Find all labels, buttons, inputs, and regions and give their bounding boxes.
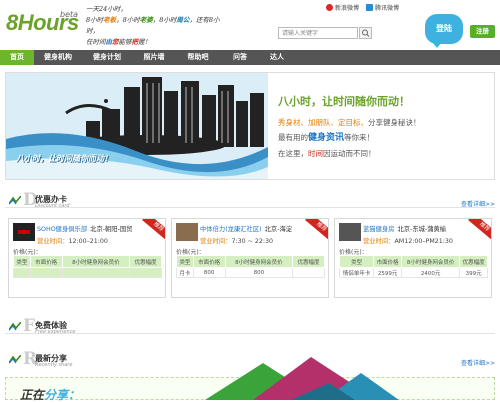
gym-name[interactable]: SOHO健身俱乐部 — [37, 226, 87, 233]
gym-thumbnail — [176, 223, 198, 241]
price-table: 类型 市面价格 8小时健身网会员价 优惠幅度 月卡 800 800 — [176, 255, 325, 278]
gym-card[interactable]: SOHO健身俱乐部 北京-朝阳-国贸 营业时间：12:00–21:00 推荐 价格… — [8, 218, 166, 298]
share-box-title: 正在分享： — [20, 388, 81, 402]
gym-thumbnail — [13, 223, 35, 241]
section-subtitle: Discount card — [35, 203, 70, 209]
recommend-ribbon: 推荐 — [305, 219, 328, 242]
banner-line-1: 秀身材、加朋队、定目标、分享健身秘诀！ — [278, 118, 421, 127]
qq-weibo-icon — [366, 4, 373, 11]
gym-name-row: 中体倍力(龙康汇社区) 北京-海淀 — [200, 224, 292, 233]
table-row: 情侣单年卡 2599元 2400元 399元 — [338, 267, 488, 278]
banner-line-3: 在这里，时间因运动而不同！ — [278, 149, 376, 158]
banner-title: 八小时，让时间随你而动！ — [278, 95, 410, 108]
search-input[interactable]: 请输入关键字 — [278, 27, 358, 39]
gym-hours: 营业时间：AM12:00–PM21:30 — [363, 238, 453, 245]
beta-badge: beta — [60, 10, 79, 19]
gym-name-row: SOHO健身俱乐部 北京-朝阳-国贸 — [37, 224, 132, 233]
register-button[interactable]: 注册 — [470, 25, 495, 38]
header-slogan: 一天24小时， 8小时老板，8小时老婆，8小时周公，还有8小时， 任时间由您能够… — [86, 4, 226, 48]
banner-line-2: 最有用的健身资讯等你来！ — [278, 133, 375, 143]
banner-caption: 八小时，让时间随你而动！ — [16, 153, 112, 163]
recommend-ribbon: 推荐 — [142, 219, 165, 242]
price-table: 类型 市面价格 8小时健身网会员价 优惠幅度 情侣单年卡 2599元 2400元 399元 — [338, 255, 488, 278]
gym-hours: 营业时间：7:30 ~ 22:30 — [200, 238, 274, 245]
gym-district: 北京-海淀 — [264, 226, 293, 233]
section-header-free: F 免费体验 Free experience — [5, 316, 495, 336]
main-nav: 首页 健身机构 健身计划 照片墙 帮助吧 问答 达人 — [0, 50, 500, 65]
nav-item-qa[interactable]: 问答 — [220, 50, 260, 65]
nav-item-help[interactable]: 帮助吧 — [176, 50, 220, 65]
banner-skyline-image: 八小时，让时间随你而动！ — [6, 73, 268, 179]
section-subtitle: Free experience — [35, 329, 76, 335]
more-link[interactable]: 查看详细>> — [461, 199, 495, 208]
nav-item-plans[interactable]: 健身计划 — [82, 50, 132, 65]
hero-banner[interactable]: 八小时，让时间随你而动！ 八小时，让时间随你而动！ 秀身材、加朋队、定目标、分享… — [5, 72, 495, 180]
gym-name[interactable]: 蓝猫健身房 — [363, 226, 394, 233]
section-arrow-icon — [9, 322, 21, 331]
sina-weibo-link[interactable]: 新浪微博 — [326, 3, 359, 12]
gym-district: 北京-朝阳-国贸 — [90, 226, 133, 233]
section-arrow-icon — [9, 196, 21, 205]
gym-hours: 营业时间：12:00–21:00 — [37, 238, 108, 245]
banner-text: 八小时，让时间随你而动！ 秀身材、加朋队、定目标、分享健身秘诀！ 最有用的健身资… — [278, 93, 493, 161]
slogan-line-1: 一天24小时， — [86, 5, 127, 13]
nav-item-experts[interactable]: 达人 — [260, 50, 294, 65]
recommend-ribbon: 推荐 — [468, 219, 491, 242]
nav-item-gyms[interactable]: 健身机构 — [34, 50, 82, 65]
slogan-line-2: 8小时老板，8小时老婆，8小时周公，还有8小时， — [86, 16, 220, 35]
gym-card[interactable]: 蓝猫健身房 北京-东城-蒲黄榆 营业时间：AM12:00–PM21:30 推荐 价… — [334, 218, 492, 298]
gym-district: 北京-东城-蒲黄榆 — [397, 226, 447, 233]
gym-name-row: 蓝猫健身房 北京-东城-蒲黄榆 — [363, 224, 446, 233]
section-letter: F — [23, 316, 36, 336]
login-button[interactable]: 登陆 — [425, 14, 463, 48]
table-row: 月卡 800 800 — [176, 267, 325, 278]
qq-weibo-link[interactable]: 腾讯微博 — [366, 3, 399, 12]
search-button[interactable] — [359, 27, 372, 39]
gym-thumbnail — [339, 223, 361, 241]
gym-name[interactable]: 中体倍力(龙康汇社区) — [200, 226, 262, 233]
slogan-line-3: 任时间由您能够把握！ — [86, 38, 151, 46]
site-header: 8Hours beta 一天24小时， 8小时老板，8小时老婆，8小时周公，还有… — [0, 0, 500, 50]
section-header-discount: D 优惠办卡 Discount card 查看详细>> — [5, 190, 495, 210]
nav-item-home[interactable]: 首页 — [0, 50, 34, 65]
sina-weibo-icon — [326, 4, 333, 11]
search-icon — [362, 29, 370, 37]
nav-item-photos[interactable]: 照片墙 — [132, 50, 176, 65]
price-table: 类型 市面价格 8小时健身网会员价 优惠幅度 — [13, 255, 162, 278]
gym-card[interactable]: 中体倍力(龙康汇社区) 北京-海淀 营业时间：7:30 ~ 22:30 推荐 价格… — [171, 218, 329, 298]
